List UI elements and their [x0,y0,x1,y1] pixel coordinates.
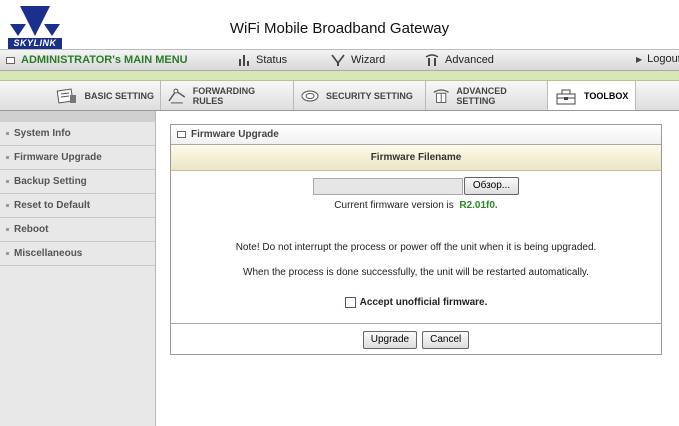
tab-forwarding-rules[interactable]: FORWARDING RULES [161,81,294,110]
menu-item-logout-label: Logout [647,53,679,65]
current-version-value: R2.01f0. [459,200,498,211]
tab-security-setting-label: SECURITY SETTING [326,90,413,101]
tab-forwarding-rules-label: FORWARDING RULES [192,85,256,106]
tab-toolbox[interactable]: TOOLBOX [548,81,636,110]
sidebar-item-label: Backup Setting [14,176,87,187]
panel-title: Firmware Upgrade [191,129,279,140]
bullet-icon [6,204,9,207]
logout-arrow-icon: ▶ [636,54,643,64]
tab-security-setting[interactable]: SECURITY SETTING [294,81,426,110]
sidebar-item-reset-to-default[interactable]: Reset to Default [0,194,155,218]
sidebar-header [0,111,155,122]
advanced-icon [425,54,439,66]
browse-button[interactable]: Обзор... [464,177,519,195]
wizard-icon [331,54,345,66]
basic-setting-icon [57,88,77,103]
menu-item-logout[interactable]: ▶ Logout [636,53,679,65]
tab-advanced-setting[interactable]: ADVANCED SETTING [426,81,548,110]
tab-advanced-setting-label: ADVANCED SETTING [456,85,507,106]
menu-item-advanced[interactable]: Advanced [424,53,494,67]
tab-basic-setting-label: BASIC SETTING [84,90,154,101]
cancel-button[interactable]: Cancel [422,330,470,349]
sidebar-item-backup-setting[interactable]: Backup Setting [0,170,155,194]
current-version-label: Current firmware version is [334,200,454,211]
sidebar-item-reboot[interactable]: Reboot [0,218,155,242]
sidebar-item-label: Firmware Upgrade [14,152,102,163]
logo-text: SKYLINK [13,38,57,48]
sidebar-item-label: System Info [14,128,71,139]
bullet-icon [6,132,9,135]
upgrade-button[interactable]: Upgrade [362,330,418,349]
accept-unofficial-row: Accept unofficial firmware. [171,297,661,308]
menu-item-status-label: Status [256,54,288,66]
forwarding-rules-icon [168,88,186,103]
panel-header: Firmware Upgrade [171,125,661,145]
section-toolbar: BASIC SETTING FORWARDING RULES SECURITY … [0,81,679,111]
accept-unofficial-checkbox[interactable] [344,297,356,308]
main-menu-title-label: ADMINISTRATOR's MAIN MENU [21,54,188,66]
sidebar: System Info Firmware Upgrade Backup Sett… [0,111,156,426]
menu-item-status[interactable]: Status [237,53,287,67]
toolbox-icon [556,89,576,104]
firmware-upgrade-panel: Firmware Upgrade Firmware Filename Обзор… [170,124,662,355]
status-icon [239,55,249,66]
tab-toolbox-label: TOOLBOX [584,90,629,101]
firmware-file-field[interactable] [313,178,463,195]
interrupt-note: Note! Do not interrupt the process or po… [235,242,597,253]
menu-item-advanced-label: Advanced [445,54,494,66]
sidebar-item-system-info[interactable]: System Info [0,122,155,146]
firmware-filename-header: Firmware Filename [171,145,661,171]
sidebar-item-label: Reset to Default [14,200,91,211]
bullet-icon [6,180,9,183]
accept-unofficial-label[interactable]: Accept unofficial firmware. [360,297,488,308]
app-title: WiFi Mobile Broadband Gateway [229,20,450,37]
menu-item-wizard-label: Wizard [351,54,386,66]
panel-footer: Upgrade Cancel [171,323,661,355]
bullet-icon [6,228,9,231]
security-setting-icon [301,90,319,101]
main-menu-title[interactable]: ADMINISTRATOR's MAIN MENU [6,54,188,66]
current-version-row: Current firmware version is R2.01f0. [171,200,661,211]
bullet-icon [6,156,9,159]
menu-separator [0,71,679,81]
sidebar-item-label: Miscellaneous [14,248,83,259]
menu-item-wizard[interactable]: Wizard [330,53,385,67]
panel-square-icon [177,131,186,138]
menu-square-icon [6,56,15,64]
sidebar-item-miscellaneous[interactable]: Miscellaneous [0,242,155,266]
bullet-icon [6,252,9,255]
main-menu-bar: ADMINISTRATOR's MAIN MENU Status Wizard … [0,49,679,71]
tab-basic-setting[interactable]: BASIC SETTING [0,81,161,110]
advanced-setting-icon [433,88,449,103]
sidebar-item-firmware-upgrade[interactable]: Firmware Upgrade [0,146,155,170]
restart-note: When the process is done successfully, t… [243,267,589,278]
sidebar-item-label: Reboot [14,224,49,235]
